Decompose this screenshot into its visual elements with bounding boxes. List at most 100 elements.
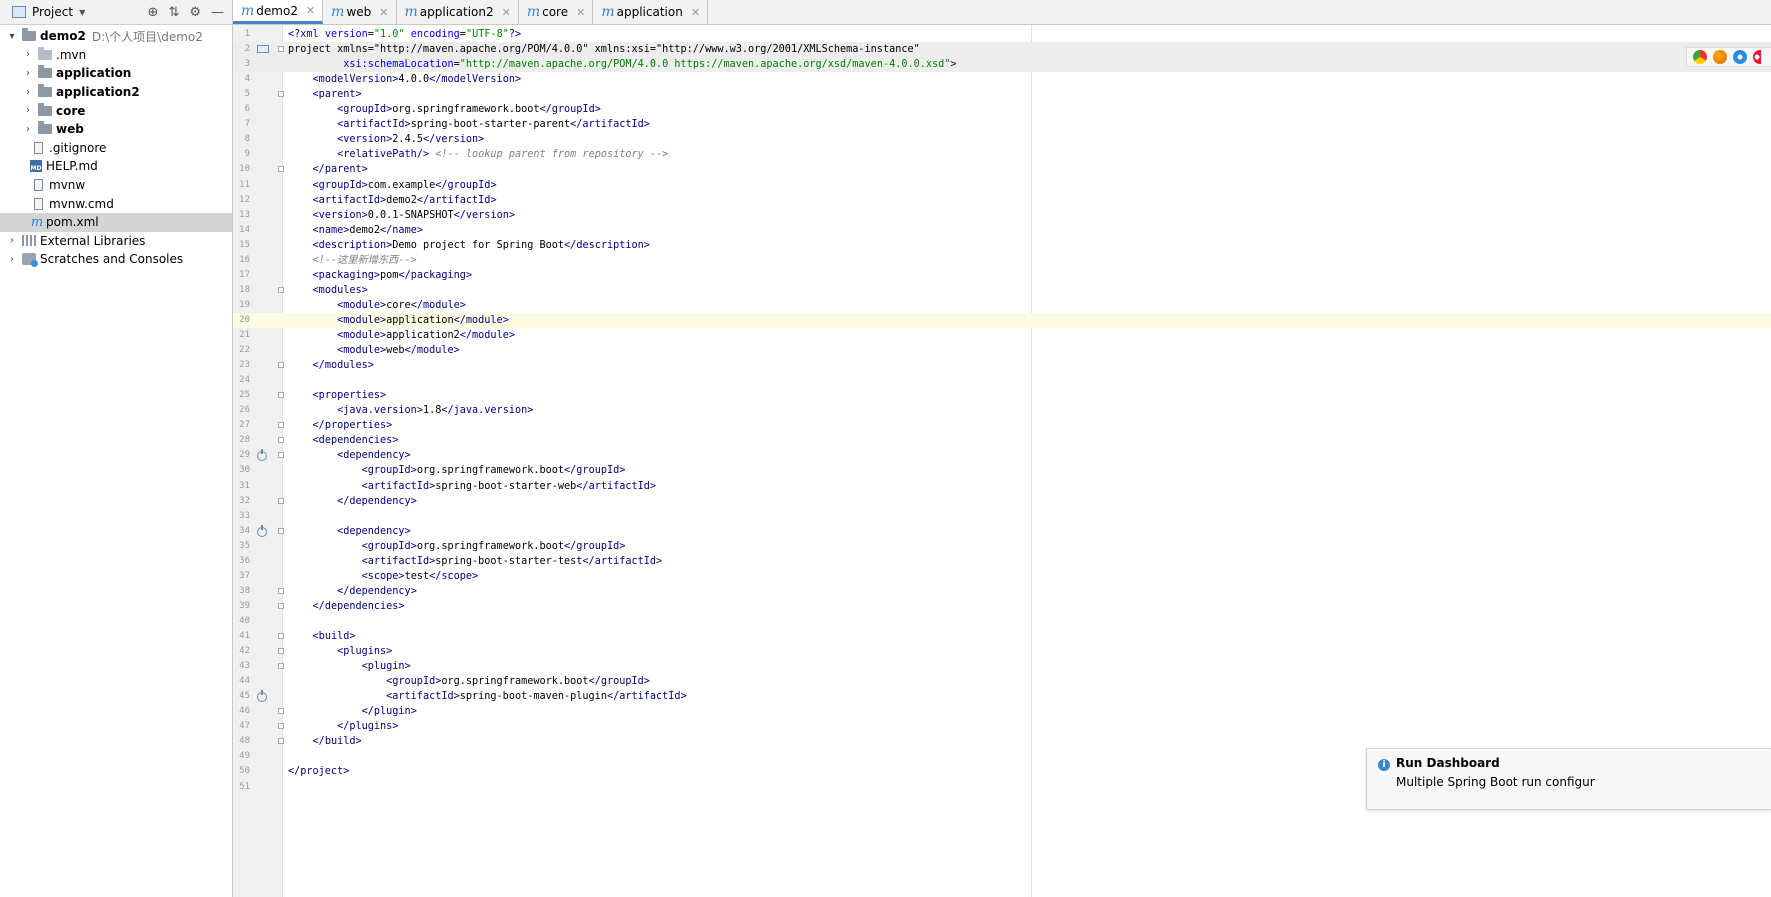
code-text[interactable]: <scope>test</scope>	[288, 569, 479, 584]
code-text[interactable]: <artifactId>spring-boot-starter-parent</…	[288, 117, 650, 132]
close-icon[interactable]: ✕	[379, 6, 388, 19]
tree-item[interactable]: › External Libraries	[0, 232, 232, 251]
fold-marker-icon[interactable]	[278, 392, 284, 399]
code-text[interactable]: <java.version>1.8</java.version>	[288, 403, 533, 418]
code-text[interactable]: <version>2.4.5</version>	[288, 132, 484, 147]
code-line[interactable]: 3 xsi:schemaLocation="http://maven.apach…	[233, 57, 1771, 73]
code-text[interactable]: <module>web</module>	[288, 343, 460, 358]
tree-item[interactable]: m pom.xml	[0, 212, 232, 232]
close-icon[interactable]: ✕	[576, 6, 585, 19]
code-text[interactable]: <modelVersion>4.0.0</modelVersion>	[288, 72, 522, 87]
code-text[interactable]: </dependency>	[288, 494, 417, 509]
code-line[interactable]: 4 <modelVersion>4.0.0</modelVersion>	[233, 72, 1771, 87]
code-text[interactable]: </modules>	[288, 358, 374, 373]
project-view-selector[interactable]: Project	[32, 5, 73, 19]
code-line[interactable]: 41 <build>	[233, 629, 1771, 644]
close-icon[interactable]: ✕	[502, 6, 511, 19]
code-line[interactable]: 2 project xmlns="http://maven.apache.org/…	[233, 42, 1771, 58]
fold-marker-icon[interactable]	[278, 166, 284, 173]
code-text[interactable]: <modules>	[288, 283, 368, 298]
code-line[interactable]: 25 <properties>	[233, 388, 1771, 403]
code-text[interactable]: <packaging>pom</packaging>	[288, 268, 473, 283]
editor-tab[interactable]: m demo2 ✕	[233, 0, 324, 24]
code-text[interactable]: project xmlns="http://maven.apache.org/P…	[288, 42, 920, 57]
dependency-gutter-icon[interactable]	[257, 690, 267, 703]
tree-item[interactable]: mvnw.cmd	[0, 194, 232, 213]
code-line[interactable]: 38 </dependency>	[233, 584, 1771, 599]
code-line[interactable]: 46 </plugin>	[233, 704, 1771, 719]
code-text[interactable]: <version>0.0.1-SNAPSHOT</version>	[288, 208, 515, 223]
fold-marker-icon[interactable]	[278, 362, 284, 369]
fold-marker-icon[interactable]	[278, 46, 284, 53]
code-line[interactable]: 9 <relativePath/> <!-- lookup parent fro…	[233, 147, 1771, 162]
code-text[interactable]: <module>core</module>	[288, 298, 466, 313]
chevron-right-icon[interactable]: ›	[22, 87, 34, 98]
chevron-right-icon[interactable]: ›	[22, 68, 34, 79]
code-text[interactable]: <dependency>	[288, 524, 411, 539]
code-text[interactable]: </properties>	[288, 418, 393, 433]
tree-item[interactable]: › application	[0, 64, 232, 83]
code-text[interactable]: <groupId>org.springframework.boot</group…	[288, 539, 626, 554]
code-line[interactable]: 29 <dependency>	[233, 448, 1771, 463]
code-line[interactable]: 19 <module>core</module>	[233, 298, 1771, 313]
code-text[interactable]: <relativePath/> <!-- lookup parent from …	[288, 147, 668, 162]
fold-marker-icon[interactable]	[278, 286, 284, 293]
code-line[interactable]: 21 <module>application2</module>	[233, 328, 1771, 343]
collapse-all-icon[interactable]: ⇅	[168, 5, 179, 20]
run-dashboard-notification[interactable]: i Run Dashboard Multiple Spring Boot run…	[1366, 748, 1771, 810]
code-text[interactable]: <groupId>org.springframework.boot</group…	[288, 674, 650, 689]
code-text[interactable]: </dependencies>	[288, 599, 405, 614]
editor-tab[interactable]: m web ✕	[323, 0, 397, 24]
chevron-right-icon[interactable]: ›	[22, 124, 34, 135]
chevron-right-icon[interactable]: ›	[22, 49, 34, 60]
fold-marker-icon[interactable]	[278, 708, 284, 715]
code-text[interactable]: <groupId>com.example</groupId>	[288, 178, 497, 193]
code-text[interactable]: <artifactId>spring-boot-starter-web</art…	[288, 479, 656, 494]
code-text[interactable]: <groupId>org.springframework.boot</group…	[288, 102, 601, 117]
opera-icon[interactable]	[1753, 50, 1761, 64]
code-text[interactable]: <plugins>	[288, 644, 392, 659]
fold-marker-icon[interactable]	[278, 633, 284, 639]
close-icon[interactable]: ✕	[306, 4, 315, 17]
code-line[interactable]: 34 <dependency>	[233, 524, 1771, 539]
code-line[interactable]: 6 <groupId>org.springframework.boot</gro…	[233, 102, 1771, 117]
code-line[interactable]: 30 <groupId>org.springframework.boot</gr…	[233, 463, 1771, 478]
code-text[interactable]: <artifactId>spring-boot-maven-plugin</ar…	[288, 689, 687, 704]
fold-marker-icon[interactable]	[278, 663, 284, 670]
gear-icon[interactable]: ⚙	[189, 5, 201, 20]
code-text[interactable]: <artifactId>spring-boot-starter-test</ar…	[288, 554, 663, 569]
code-line[interactable]: 33	[233, 509, 1771, 524]
fold-marker-icon[interactable]	[278, 91, 284, 98]
code-text[interactable]: <module>application</module>	[288, 313, 509, 328]
code-text[interactable]: <build>	[288, 629, 356, 644]
chevron-right-icon[interactable]: ›	[6, 235, 18, 246]
code-line[interactable]: 18 <modules>	[233, 283, 1771, 298]
fold-marker-icon[interactable]	[278, 437, 284, 444]
code-line[interactable]: 1 <?xml version="1.0" encoding="UTF-8"?>	[233, 27, 1771, 42]
code-line[interactable]: 13 <version>0.0.1-SNAPSHOT</version>	[233, 208, 1771, 223]
close-icon[interactable]: ✕	[691, 6, 700, 19]
code-line[interactable]: 37 <scope>test</scope>	[233, 569, 1771, 584]
code-line[interactable]: 35 <groupId>org.springframework.boot</gr…	[233, 539, 1771, 554]
code-text[interactable]: <properties>	[288, 388, 387, 403]
code-line[interactable]: 22 <module>web</module>	[233, 343, 1771, 358]
code-line[interactable]: 32 </dependency>	[233, 494, 1771, 509]
code-line[interactable]: 7 <artifactId>spring-boot-starter-parent…	[233, 117, 1771, 132]
code-text[interactable]: <groupId>org.springframework.boot</group…	[288, 463, 626, 478]
code-text[interactable]: </parent>	[288, 162, 368, 177]
code-text[interactable]: <plugin>	[288, 659, 411, 674]
code-text[interactable]: </plugins>	[288, 719, 398, 734]
dependency-gutter-icon[interactable]	[257, 524, 267, 537]
fold-marker-icon[interactable]	[278, 587, 284, 594]
tree-item[interactable]: › web	[0, 120, 232, 139]
code-line[interactable]: 14 <name>demo2</name>	[233, 223, 1771, 238]
editor-tab[interactable]: m application2 ✕	[397, 0, 519, 24]
code-line[interactable]: 42 <plugins>	[233, 644, 1771, 659]
hide-panel-icon[interactable]: —	[211, 5, 224, 20]
safari-icon[interactable]	[1733, 50, 1747, 64]
fold-marker-icon[interactable]	[278, 497, 284, 504]
code-line[interactable]: 26 <java.version>1.8</java.version>	[233, 403, 1771, 418]
tree-item[interactable]: › Scratches and Consoles	[0, 250, 232, 269]
code-line[interactable]: 27 </properties>	[233, 418, 1771, 433]
code-text[interactable]: </dependency>	[288, 584, 417, 599]
